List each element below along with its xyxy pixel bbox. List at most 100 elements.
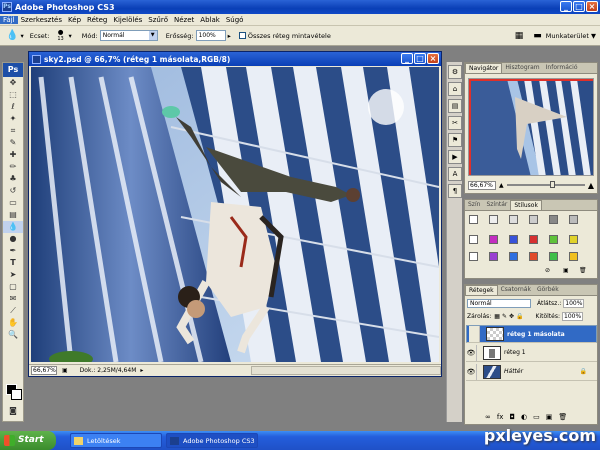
style-swatch[interactable] [549,215,558,224]
blur-tool-icon[interactable]: 💧 [3,221,23,233]
style-swatch[interactable] [509,215,518,224]
maximize-button[interactable]: □ [573,1,585,12]
healing-brush-tool-icon[interactable]: ✚ [3,149,23,161]
image-canvas[interactable] [31,67,439,362]
palette-history-icon[interactable]: ⚑ [448,133,462,147]
style-swatch[interactable] [489,252,498,261]
menu-edit[interactable]: Szerkesztés [18,16,65,24]
clone-stamp-tool-icon[interactable]: ♣ [3,173,23,185]
brush-tool-icon[interactable]: ✏ [3,161,23,173]
quick-mask-icon[interactable]: ◙ [3,405,23,417]
eye-icon[interactable]: 👁 [466,344,477,361]
style-swatch[interactable] [569,252,578,261]
style-swatch[interactable] [529,215,538,224]
sample-all-checkbox[interactable] [238,32,246,39]
palette-layer-comps-icon[interactable]: ▤ [448,99,462,113]
close-button[interactable]: × [586,1,598,12]
tab-channels[interactable]: Csatornák [498,285,534,295]
start-button[interactable]: Start [0,431,56,450]
lock-transparency-icon[interactable]: ▦ [494,313,500,320]
marquee-tool-icon[interactable]: ⬚ [3,89,23,101]
doc-close-button[interactable]: × [427,53,439,64]
blend-mode-select[interactable]: Normál [467,299,531,308]
lasso-tool-icon[interactable]: ℓ [3,101,23,113]
minimize-button[interactable]: _ [560,1,572,12]
magic-wand-tool-icon[interactable]: ✦ [3,113,23,125]
eraser-tool-icon[interactable]: ▭ [3,197,23,209]
brush-picker[interactable]: ● 13 [53,28,69,43]
layer-row[interactable]: 👁 Háttér 🔒 [466,363,597,381]
zoom-out-icon[interactable]: ▲ [499,182,504,189]
workspace-button[interactable]: Munkaterület ▼ [546,32,596,40]
taskbar-item-photoshop[interactable]: Adobe Photoshop CS3 [166,433,258,448]
adjustment-layer-icon[interactable]: ◐ [521,413,527,421]
navigator-zoom-field[interactable]: 66,67% [468,180,496,190]
eyedropper-tool-icon[interactable]: ⟋ [3,305,23,317]
zoom-field[interactable]: 66,67% [31,366,57,375]
horizontal-scrollbar[interactable] [251,366,441,375]
layer-visibility-toggle[interactable] [469,326,480,342]
layer-row[interactable]: réteg 1 másolata [466,325,597,343]
menu-window[interactable]: Ablak [197,16,223,24]
opacity-value[interactable]: 100% [563,299,585,308]
clear-style-icon[interactable]: ⊘ [545,267,550,274]
layer-mask-icon[interactable]: ◘ [509,413,515,421]
blur-tool-icon[interactable]: 💧 [6,30,18,41]
style-swatch[interactable] [569,215,578,224]
menu-file[interactable]: Fájl [0,15,18,24]
history-brush-tool-icon[interactable]: ↺ [3,185,23,197]
tab-styles[interactable]: Stílusok [510,200,542,210]
palette-brushes-icon[interactable]: ⚙ [448,65,462,79]
menu-layer[interactable]: Réteg [84,16,110,24]
palette-actions-icon[interactable]: ▶ [448,150,462,164]
palette-tool-presets-icon[interactable]: ⌂ [448,82,462,96]
zoom-in-icon[interactable]: ▲ [588,181,594,190]
tab-info[interactable]: Információ [543,63,581,73]
menu-image[interactable]: Kép [65,16,84,24]
zoom-slider-thumb[interactable] [549,181,555,188]
dodge-tool-icon[interactable]: ● [3,233,23,245]
navigator-preview[interactable] [468,78,594,176]
hand-tool-icon[interactable]: ✋ [3,317,23,329]
new-style-icon[interactable]: ▣ [563,267,569,274]
menu-view[interactable]: Nézet [171,16,197,24]
tab-histogram[interactable]: Hisztogram [502,63,542,73]
style-swatch[interactable] [469,252,478,261]
move-tool-icon[interactable]: ✥ [3,77,23,89]
lock-all-icon[interactable]: 🔒 [516,313,523,320]
style-swatch[interactable] [489,215,498,224]
eye-icon[interactable]: 👁 [466,363,477,380]
doc-minimize-button[interactable]: _ [401,53,413,64]
style-swatch[interactable] [549,235,558,244]
style-swatch[interactable] [569,235,578,244]
shape-tool-icon[interactable]: ▢ [3,281,23,293]
tab-layers[interactable]: Rétegek [465,285,498,295]
new-layer-icon[interactable]: ▣ [546,413,553,421]
type-tool-icon[interactable]: T [3,257,23,269]
delete-style-icon[interactable]: 🗑 [579,267,587,274]
tab-curves[interactable]: Görbék [534,285,562,295]
background-color-swatch[interactable] [11,389,22,400]
style-swatch[interactable] [509,235,518,244]
crop-tool-icon[interactable]: ⌗ [3,125,23,137]
menu-filter[interactable]: Szűrő [145,16,171,24]
workspace-icon[interactable]: ▬ [533,31,542,41]
strength-arrow-icon[interactable]: ▸ [228,32,231,40]
layer-row[interactable]: 👁 réteg 1 [466,344,597,362]
doc-maximize-button[interactable]: □ [414,53,426,64]
style-swatch[interactable] [489,235,498,244]
style-swatch[interactable] [549,252,558,261]
status-icon[interactable]: ▣ [62,367,68,374]
layer-style-icon[interactable]: fx [497,413,504,421]
slice-tool-icon[interactable]: ✎ [3,137,23,149]
zoom-slider[interactable] [506,181,585,188]
link-layers-icon[interactable]: ∞ [485,413,491,421]
path-selection-tool-icon[interactable]: ➤ [3,269,23,281]
mode-select[interactable]: Normál ▼ [99,30,158,41]
tool-preset-arrow-icon[interactable]: ▾ [20,32,23,40]
taskbar-item-downloads[interactable]: Letöltések [70,433,162,448]
palette-clone-source-icon[interactable]: ✂ [448,116,462,130]
pen-tool-icon[interactable]: ✒ [3,245,23,257]
lock-pixels-icon[interactable]: ✎ [502,313,507,320]
new-group-icon[interactable]: ▭ [533,413,540,421]
